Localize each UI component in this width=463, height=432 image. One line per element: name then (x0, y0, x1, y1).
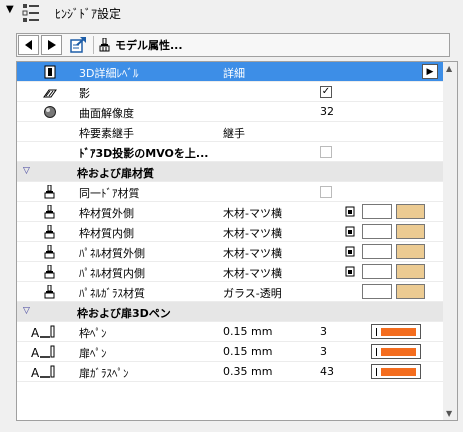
material-preview-icon[interactable] (345, 246, 355, 257)
settings-row[interactable]: 同一ﾄﾞｱ材質 (17, 182, 444, 202)
arrow-left-icon (24, 40, 32, 50)
brush-icon (44, 285, 55, 299)
arrow-right-icon (47, 40, 56, 50)
pen-icon: A (31, 325, 55, 339)
pen-row[interactable]: A 扉ｶﾞﾗｽﾍﾟﾝ 0.35 mm 43 (17, 362, 444, 382)
brush-icon (44, 185, 55, 199)
color-swatch[interactable] (362, 224, 392, 239)
pen-color-bar (381, 348, 416, 356)
settings-row[interactable]: 枠要素継手 継手 (17, 122, 444, 142)
pen-weight-marker (376, 368, 377, 376)
pen-icon: A (31, 345, 55, 359)
pen-icon: A (31, 365, 55, 379)
group-row[interactable]: ▽ 枠および扉3Dペン (17, 302, 444, 322)
settings-row[interactable]: 3D詳細ﾚﾍﾞﾙ 詳細 ▶ (17, 62, 444, 82)
color-swatch[interactable] (362, 264, 392, 279)
pen-color-swatch[interactable] (371, 364, 421, 379)
model-attributes-button[interactable]: モデル属性... (97, 35, 191, 55)
material-swatch[interactable] (396, 264, 425, 279)
material-preview-icon[interactable] (345, 206, 355, 217)
brush-icon (44, 245, 55, 259)
color-swatch[interactable] (362, 204, 392, 219)
brush-icon (44, 225, 55, 239)
brush-icon (44, 265, 55, 279)
apply-settings-button[interactable] (65, 35, 91, 55)
scroll-up-icon[interactable]: ▲ (446, 64, 452, 73)
material-row[interactable]: ﾊﾟﾈﾙ材質外側 木材-マツ横 (17, 242, 444, 262)
door-detail-icon (44, 65, 56, 79)
material-preview-icon[interactable] (345, 266, 355, 277)
pen-color-bar (381, 328, 416, 336)
checkbox-disabled (320, 186, 332, 198)
settings-row[interactable]: 影 ✓ (17, 82, 444, 102)
settings-row[interactable]: 曲面解像度 32 (17, 102, 444, 122)
pen-color-swatch[interactable] (371, 344, 421, 359)
pen-row[interactable]: A 枠ﾍﾟﾝ 0.15 mm 3 (17, 322, 444, 342)
svg-text:A: A (31, 366, 40, 379)
checkbox-checked[interactable]: ✓ (320, 86, 332, 98)
brush-icon (44, 205, 55, 219)
collapse-triangle-icon[interactable]: ▼ (6, 4, 14, 15)
pen-color-swatch[interactable] (371, 324, 421, 339)
material-swatch[interactable] (396, 244, 425, 259)
vertical-scrollbar[interactable]: ▲ ▼ (443, 61, 458, 421)
dropdown-arrow-button[interactable]: ▶ (422, 64, 438, 79)
svg-text:A: A (31, 326, 40, 339)
panel-title: ﾋﾝｼﾞﾄﾞｱ設定 (55, 7, 122, 21)
svg-text:A: A (31, 346, 40, 359)
scroll-down-icon[interactable]: ▼ (446, 409, 452, 418)
material-row[interactable]: 枠材質内側 木材-マツ横 (17, 222, 444, 242)
edit-document-icon (70, 37, 86, 53)
shadow-icon (43, 89, 57, 98)
pen-weight-marker (376, 328, 377, 336)
color-swatch[interactable] (362, 244, 392, 259)
material-swatch[interactable] (396, 204, 425, 219)
settings-grid: 3D詳細ﾚﾍﾞﾙ 詳細 ▶ 影 ✓ 曲面解像度 32 枠要素継手 継手 ﾄﾞｱ3… (16, 61, 445, 421)
material-row[interactable]: ﾊﾟﾈﾙ材質内側 木材-マツ横 (17, 262, 444, 282)
settings-row[interactable]: ﾄﾞｱ3D投影のMVOを上... (17, 142, 444, 162)
settings-list-icon (22, 4, 39, 22)
toolbar: モデル属性... (16, 33, 450, 57)
group-row[interactable]: ▽ 枠および扉材質 (17, 162, 444, 182)
next-button[interactable] (41, 35, 62, 55)
collapse-triangle-icon[interactable]: ▽ (23, 166, 30, 176)
panel-header[interactable]: ▼ ﾋﾝｼﾞﾄﾞｱ設定 (0, 0, 463, 27)
checkbox-disabled (320, 146, 332, 158)
color-swatch[interactable] (362, 284, 392, 299)
collapse-triangle-icon[interactable]: ▽ (23, 306, 30, 316)
material-row[interactable]: ﾊﾟﾈﾙｶﾞﾗｽ材質 ガラス-透明 (17, 282, 444, 302)
pen-color-bar (381, 368, 416, 376)
material-swatch[interactable] (396, 224, 425, 239)
previous-button[interactable] (18, 35, 39, 55)
material-preview-icon[interactable] (345, 226, 355, 237)
pen-weight-marker (376, 348, 377, 356)
sphere-icon (44, 106, 56, 118)
brush-icon (99, 38, 110, 52)
pen-row[interactable]: A 扉ﾍﾟﾝ 0.15 mm 3 (17, 342, 444, 362)
material-swatch[interactable] (396, 284, 425, 299)
material-row[interactable]: 枠材質外側 木材-マツ横 (17, 202, 444, 222)
model-attributes-label: モデル属性... (115, 39, 183, 52)
toolbar-divider (93, 36, 94, 54)
